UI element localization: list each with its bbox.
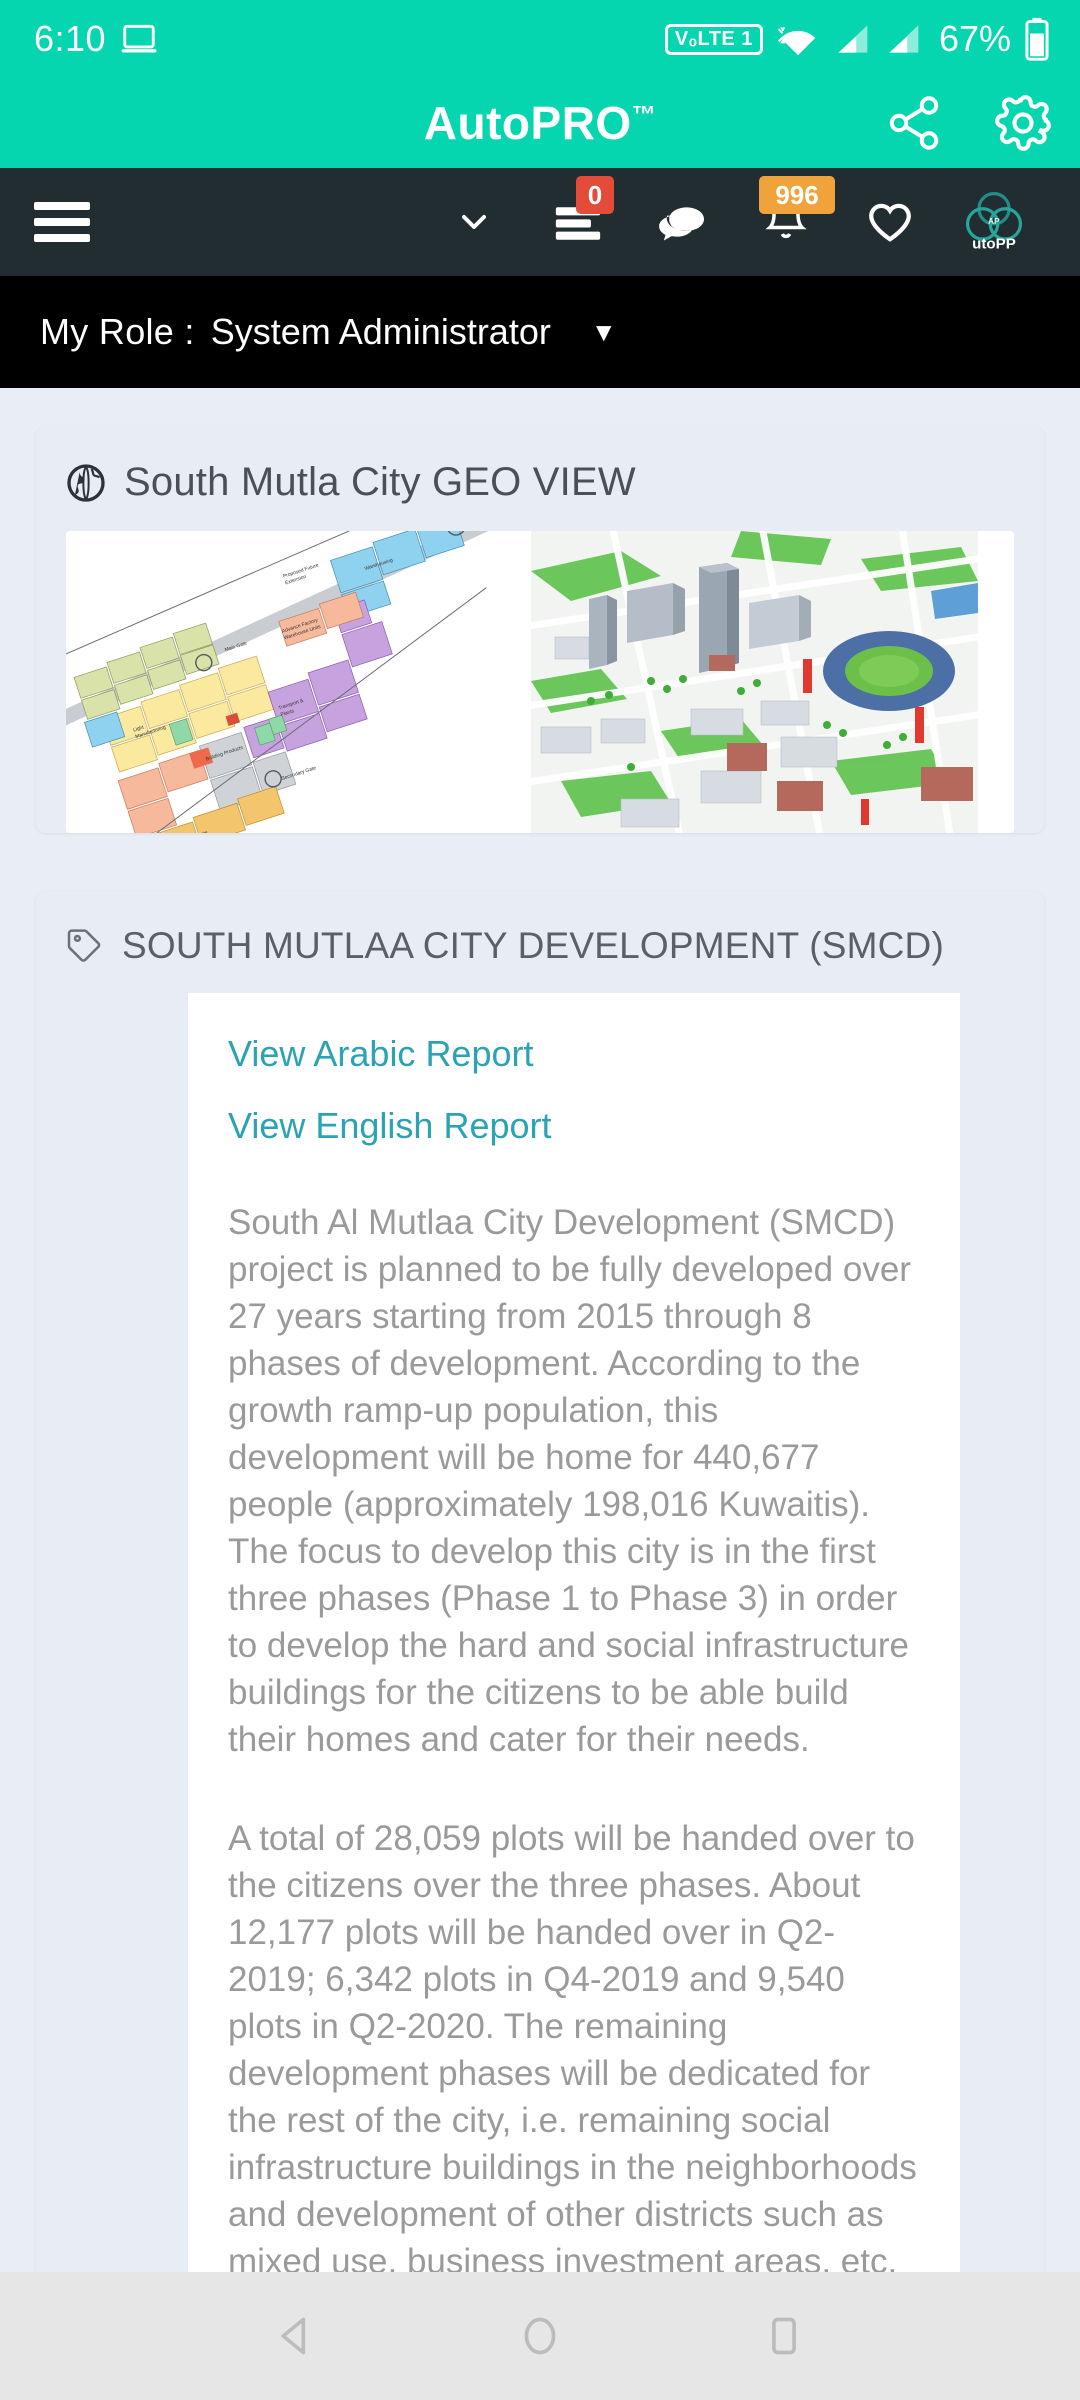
gear-icon[interactable] <box>992 92 1054 154</box>
main-content: South Mutla City GEO VIEW Warehousing Ad… <box>0 426 1080 2305</box>
role-value: System Administrator <box>210 311 551 352</box>
smcd-card-title: SOUTH MUTLAA CITY DEVELOPMENT (SMCD) <box>122 925 944 966</box>
nav-icon-group: 0 996 ᴀᴘ utoPP <box>422 168 1046 276</box>
role-label: My Role : <box>40 311 195 352</box>
app-screen: 6:10 VₒLTE 1 67% AutoPRO™ 0 996 ᴀᴘ utoPP… <box>0 0 1080 2400</box>
signal-bars-icon <box>884 22 922 56</box>
nav-item-autopp-logo[interactable]: ᴀᴘ utoPP <box>942 168 1046 276</box>
nav-item-favorites[interactable] <box>838 168 942 276</box>
geo-card-header: South Mutla City GEO VIEW <box>36 426 1044 531</box>
back-triangle-icon[interactable] <box>274 2314 318 2358</box>
smcd-card: SOUTH MUTLAA CITY DEVELOPMENT (SMCD) Vie… <box>36 891 1044 2305</box>
autopp-logo-icon: ᴀᴘ utoPP <box>961 188 1027 256</box>
hamburger-line <box>34 218 90 226</box>
chat-bubbles-icon <box>656 200 708 244</box>
smcd-paragraph-2: A total of 28,059 plots will be handed o… <box>228 1819 917 2281</box>
smcd-card-header: SOUTH MUTLAA CITY DEVELOPMENT (SMCD) <box>36 891 1044 993</box>
role-selector-bar[interactable]: My Role : System Administrator ▼ <box>0 276 1080 388</box>
nav-dropdown-toggle[interactable] <box>422 168 526 276</box>
status-time: 6:10 <box>34 18 107 59</box>
status-bar-left: 6:10 <box>34 18 158 60</box>
view-arabic-report-link[interactable]: View Arabic Report <box>228 1033 920 1075</box>
battery-icon <box>1024 17 1050 61</box>
wifi-icon <box>776 22 820 56</box>
page-title: AutoPRO™ <box>424 96 656 150</box>
geo-card-title: South Mutla City GEO VIEW <box>124 460 636 504</box>
nav-item-tasks[interactable]: 0 <box>526 168 630 276</box>
status-bar: 6:10 VₒLTE 1 67% <box>0 0 1080 78</box>
status-badge: 0 <box>576 176 614 214</box>
app-title-text: AutoPRO <box>423 97 632 149</box>
tag-icon <box>66 927 104 965</box>
hamburger-line <box>34 234 90 242</box>
3d-city-aerial-render[interactable] <box>531 531 978 833</box>
globe-icon <box>66 463 106 503</box>
signal-bars-icon <box>833 22 871 56</box>
laptop-icon <box>120 23 158 55</box>
chevron-down-icon[interactable]: ▼ <box>591 317 617 348</box>
android-navigation-bar <box>0 2272 1080 2400</box>
status-bar-right: VₒLTE 1 67% <box>664 17 1050 61</box>
chevron-down-icon <box>454 202 494 242</box>
geo-view-card: South Mutla City GEO VIEW Warehousing Ad… <box>36 426 1044 833</box>
app-header: AutoPRO™ <box>0 78 1080 168</box>
trademark-symbol: ™ <box>631 101 657 129</box>
hamburger-line <box>34 202 90 210</box>
heart-icon <box>864 199 916 245</box>
svg-text:utoPP: utoPP <box>972 235 1016 252</box>
smcd-paragraph-1: South Al Mutlaa City Development (SMCD) … <box>228 1203 911 1759</box>
volte-badge: VₒLTE 1 <box>664 23 763 55</box>
view-english-report-link[interactable]: View English Report <box>228 1105 920 1147</box>
hamburger-menu-icon[interactable] <box>34 202 90 242</box>
geo-image-row: Warehousing Advance Factory Warehouse Un… <box>66 531 1014 833</box>
app-header-actions <box>884 92 1054 154</box>
status-badge: 996 <box>759 176 836 214</box>
battery-percent: 67% <box>938 18 1011 59</box>
nav-item-messages[interactable] <box>630 168 734 276</box>
home-circle-icon[interactable] <box>518 2314 562 2358</box>
share-icon[interactable] <box>884 93 944 153</box>
smcd-report-panel: View Arabic Report View English Report S… <box>188 993 960 2305</box>
nav-item-notifications[interactable]: 996 <box>734 168 838 276</box>
svg-text:ᴀᴘ: ᴀᴘ <box>988 215 1000 227</box>
land-use-zoning-map[interactable]: Warehousing Advance Factory Warehouse Un… <box>66 531 531 833</box>
secondary-nav-bar: 0 996 ᴀᴘ utoPP <box>0 168 1080 276</box>
recents-square-icon[interactable] <box>762 2314 806 2358</box>
